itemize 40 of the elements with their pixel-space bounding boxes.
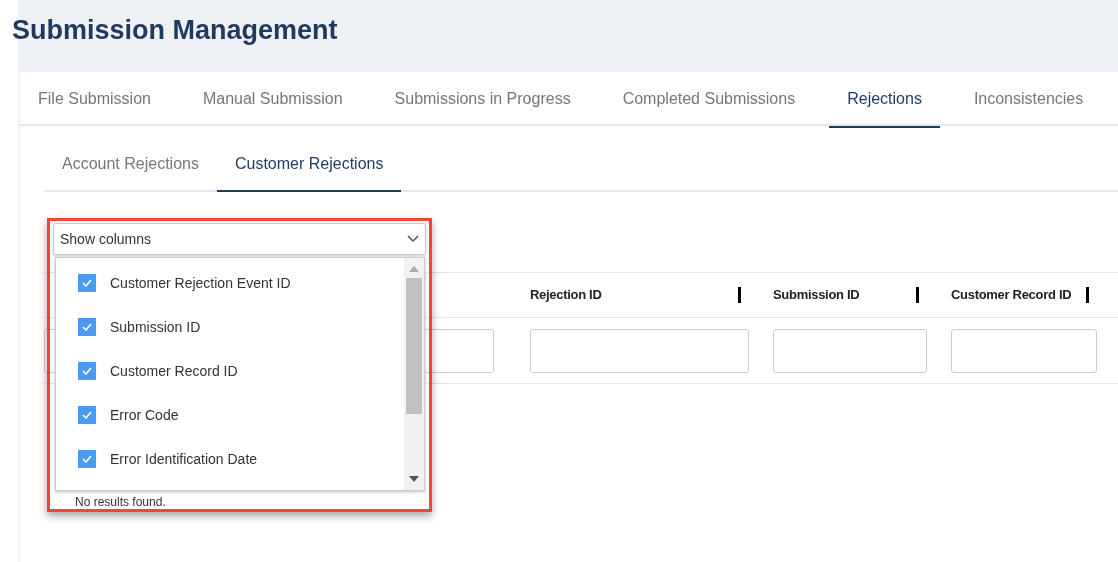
column-resize-handle[interactable] [916,287,919,303]
column-resize-handle[interactable] [738,287,741,303]
checkbox[interactable] [78,450,96,468]
subtab[interactable]: Account Rejections [44,138,217,190]
tab[interactable]: Inconsistencies [955,72,1102,126]
column-option[interactable]: Customer Record ID [110,360,238,382]
check-icon [82,323,92,331]
checkbox[interactable] [78,318,96,336]
filter-field[interactable] [773,328,927,373]
scrollbar-thumb[interactable] [406,278,422,414]
column-header[interactable]: Customer Record ID [951,285,1072,305]
column-resize-handle[interactable] [1086,287,1089,303]
column-header[interactable]: Submission ID [773,285,860,305]
scroll-up-icon[interactable] [409,266,419,272]
chevron-down-icon [407,235,419,243]
check-icon [82,411,92,419]
check-icon [82,279,92,287]
tab[interactable]: Manual Submission [184,72,361,126]
filter-field[interactable] [530,328,749,373]
tab[interactable]: Submissions in Progress [376,72,589,126]
check-icon [82,455,92,463]
subtab[interactable]: Customer Rejections [216,138,402,192]
tab[interactable]: Completed Submissions [604,72,814,126]
show-columns-dropdown[interactable]: Show columns [53,223,426,255]
check-icon [82,367,92,375]
scrollbar[interactable] [404,258,424,490]
checkbox[interactable] [78,362,96,380]
filter-field[interactable] [951,328,1097,373]
page-title: Submission Management [12,14,339,47]
column-header[interactable]: Rejection ID [530,285,602,305]
checkbox[interactable] [78,274,96,292]
checkbox[interactable] [78,406,96,424]
tab[interactable]: File Submission [20,72,169,126]
tab[interactable]: Rejections [829,72,940,128]
scroll-down-icon[interactable] [409,476,419,482]
column-option[interactable]: Error Identification Date [110,448,258,470]
empty-message: No results found. [75,495,166,509]
column-option[interactable]: Customer Rejection Event ID [110,272,291,294]
column-option[interactable]: Error Code [110,404,179,426]
column-option[interactable]: Submission ID [110,316,201,338]
